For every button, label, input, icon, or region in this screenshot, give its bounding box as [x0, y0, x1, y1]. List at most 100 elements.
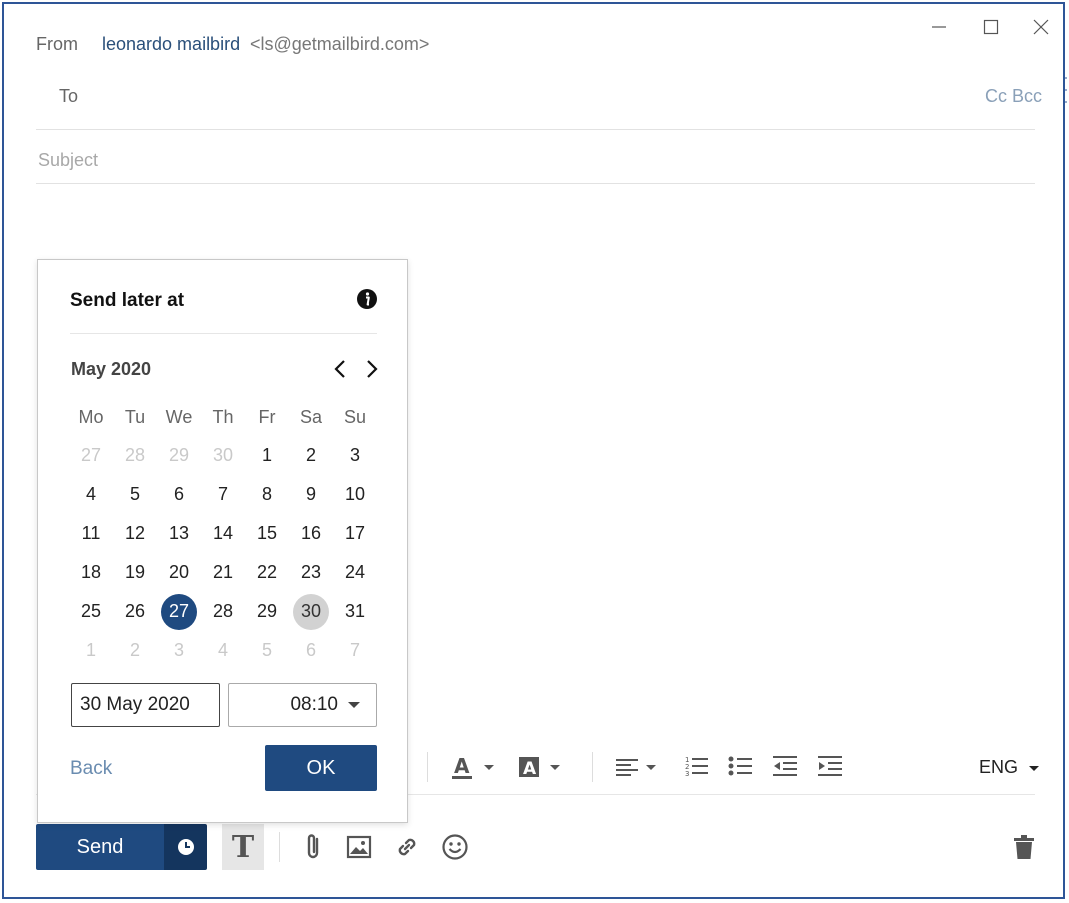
- calendar-day-today[interactable]: 27: [157, 592, 201, 631]
- weekday-header: Mo Tu We Th Fr Sa Su: [69, 407, 377, 428]
- chevron-left-icon[interactable]: [328, 356, 352, 382]
- calendar-day[interactable]: 2: [113, 631, 157, 670]
- toolbar-separator: [279, 832, 280, 862]
- calendar-day[interactable]: 11: [69, 514, 113, 553]
- emoji-icon[interactable]: [440, 832, 470, 862]
- calendar-grid: 27 28 29 30 1 2 3 4 5 6 7 8 9 10 11 12 13 14 15 16 17 18 19 20 2…: [69, 436, 377, 670]
- divider: [36, 183, 1035, 184]
- image-icon[interactable]: [344, 832, 374, 862]
- calendar-day[interactable]: 15: [245, 514, 289, 553]
- ok-button[interactable]: OK: [265, 745, 377, 791]
- calendar-day[interactable]: 31: [333, 592, 377, 631]
- calendar-day[interactable]: 16: [289, 514, 333, 553]
- calendar-day[interactable]: 10: [333, 475, 377, 514]
- from-account-name[interactable]: leonardo mailbird: [102, 34, 240, 55]
- calendar-day[interactable]: 28: [201, 592, 245, 631]
- to-label: To: [59, 86, 79, 106]
- calendar-day[interactable]: 9: [289, 475, 333, 514]
- highlight-color-button[interactable]: A: [516, 752, 566, 782]
- calendar-day[interactable]: 23: [289, 553, 333, 592]
- toolbar-separator: [592, 752, 593, 782]
- divider: [36, 129, 1035, 130]
- caret-down-icon: [1029, 766, 1040, 771]
- calendar-day[interactable]: 6: [289, 631, 333, 670]
- weekday-label: Su: [343, 407, 367, 427]
- font-color-button[interactable]: A: [448, 752, 498, 782]
- calendar-day[interactable]: 13: [157, 514, 201, 553]
- paperclip-icon[interactable]: [299, 832, 329, 862]
- calendar-day[interactable]: 5: [113, 475, 157, 514]
- time-dropdown[interactable]: 08:10: [228, 683, 377, 727]
- bullet-list-icon[interactable]: [726, 752, 756, 782]
- calendar-day-label: 3: [349, 445, 360, 465]
- calendar-day[interactable]: 29: [245, 592, 289, 631]
- calendar-day[interactable]: 2: [289, 436, 333, 475]
- calendar-day-label: 30: [212, 445, 234, 465]
- send-button[interactable]: Send: [36, 824, 164, 870]
- calendar-day[interactable]: 8: [245, 475, 289, 514]
- calendar-day-label: 29: [168, 445, 190, 465]
- calendar-day[interactable]: 30: [201, 436, 245, 475]
- calendar-day[interactable]: 7: [201, 475, 245, 514]
- calendar-day[interactable]: 20: [157, 553, 201, 592]
- increase-indent-icon[interactable]: [815, 752, 845, 782]
- formatting-toggle-button[interactable]: T: [222, 824, 264, 870]
- trash-icon[interactable]: [1009, 832, 1039, 862]
- decrease-indent-icon[interactable]: [770, 752, 800, 782]
- month-label: May 2020: [71, 359, 152, 379]
- calendar-day[interactable]: 24: [333, 553, 377, 592]
- svg-text:3: 3: [685, 770, 689, 778]
- calendar-day[interactable]: 1: [245, 436, 289, 475]
- numbered-list-icon[interactable]: 123: [682, 752, 712, 782]
- calendar-day[interactable]: 4: [69, 475, 113, 514]
- calendar-day[interactable]: 29: [157, 436, 201, 475]
- back-button[interactable]: Back: [70, 758, 112, 780]
- calendar-day[interactable]: 28: [113, 436, 157, 475]
- calendar-day[interactable]: 14: [201, 514, 245, 553]
- calendar-day-label: 12: [124, 523, 146, 543]
- from-account-email[interactable]: <ls@getmailbird.com>: [250, 34, 429, 55]
- calendar-day-label: 21: [212, 562, 234, 582]
- weekday-label: Mo: [78, 407, 104, 427]
- chevron-right-icon[interactable]: [360, 356, 384, 382]
- calendar-day[interactable]: 18: [69, 553, 113, 592]
- calendar-day[interactable]: 26: [113, 592, 157, 631]
- subject-input[interactable]: [38, 146, 938, 174]
- calendar-day-label: 7: [349, 640, 360, 660]
- date-input[interactable]: [71, 683, 220, 727]
- weekday-label: Fr: [258, 407, 276, 427]
- calendar-day[interactable]: 27: [69, 436, 113, 475]
- calendar-day[interactable]: 3: [333, 436, 377, 475]
- calendar-day[interactable]: 7: [333, 631, 377, 670]
- svg-text:A: A: [523, 759, 537, 779]
- link-icon[interactable]: [392, 832, 422, 862]
- calendar-day[interactable]: 21: [201, 553, 245, 592]
- calendar-day[interactable]: 4: [201, 631, 245, 670]
- maximize-icon[interactable]: [978, 14, 1004, 40]
- weekday-label: Tu: [124, 407, 146, 427]
- calendar-day[interactable]: 5: [245, 631, 289, 670]
- calendar-day[interactable]: 6: [157, 475, 201, 514]
- calendar-day-selected[interactable]: 30: [289, 592, 333, 631]
- calendar-day-label: 28: [124, 445, 146, 465]
- align-left-button[interactable]: [614, 752, 664, 782]
- cc-bcc-link[interactable]: Cc Bcc: [985, 86, 1042, 107]
- minimize-icon[interactable]: [926, 14, 952, 40]
- calendar-day[interactable]: 19: [113, 553, 157, 592]
- calendar-day-label: 5: [261, 640, 272, 660]
- calendar-day-label: 14: [212, 523, 234, 543]
- info-icon[interactable]: [356, 288, 378, 310]
- send-later-button[interactable]: [164, 824, 207, 870]
- calendar-day[interactable]: 25: [69, 592, 113, 631]
- calendar-day[interactable]: 3: [157, 631, 201, 670]
- calendar-day-label: 25: [80, 601, 102, 621]
- calendar-day-label: 5: [129, 484, 140, 504]
- calendar-day[interactable]: 12: [113, 514, 157, 553]
- close-icon[interactable]: [1028, 14, 1054, 40]
- calendar-day[interactable]: 1: [69, 631, 113, 670]
- calendar-day[interactable]: 22: [245, 553, 289, 592]
- calendar-day-label: 29: [256, 601, 278, 621]
- calendar-day[interactable]: 17: [333, 514, 377, 553]
- language-selector[interactable]: ENG: [979, 757, 1041, 778]
- svg-text:A: A: [454, 754, 470, 778]
